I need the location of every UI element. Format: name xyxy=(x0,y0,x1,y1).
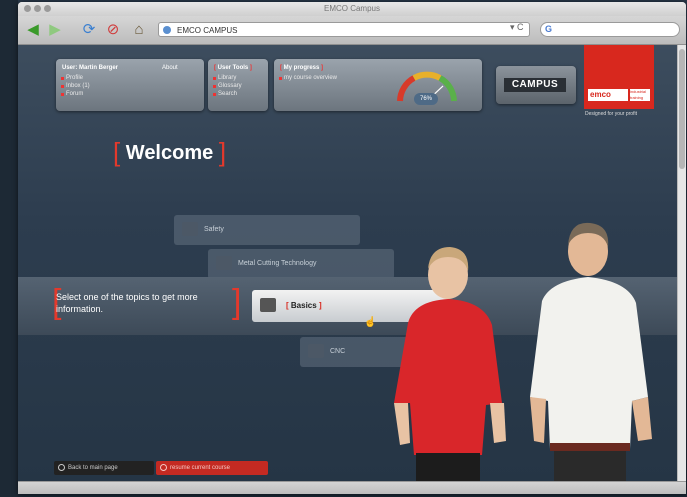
inbox-link[interactable]: Inbox (1) xyxy=(61,83,90,89)
minimize-window-button[interactable] xyxy=(34,5,41,12)
search-bar[interactable]: G xyxy=(540,22,680,37)
window-titlebar: EMCO Campus xyxy=(18,2,686,16)
close-window-button[interactable] xyxy=(24,5,31,12)
left-bracket: [ xyxy=(113,137,121,167)
address-bar[interactable]: EMCO CAMPUS xyxy=(158,22,530,37)
user-tools-panel: [ User Tools ] Library Glossary Search xyxy=(208,59,268,111)
window-controls xyxy=(24,5,51,12)
back-to-main-button[interactable]: Back to main page xyxy=(54,461,154,475)
zoom-window-button[interactable] xyxy=(44,5,51,12)
resume-course-button[interactable]: resume current course xyxy=(156,461,268,475)
home-icon[interactable]: ⌂ xyxy=(130,21,148,39)
reload-icon[interactable]: ⟳ xyxy=(80,21,98,39)
back-label: Back to main page xyxy=(68,465,118,471)
favicon-icon xyxy=(163,26,171,34)
search-link[interactable]: Search xyxy=(212,91,237,97)
user-panel: User: Martin Berger About Profile Inbox … xyxy=(56,59,204,111)
forum-link[interactable]: Forum xyxy=(60,91,83,97)
topic-thumbnail-icon xyxy=(216,256,232,270)
resume-label: resume current course xyxy=(170,465,231,471)
search-engine-icon: G xyxy=(545,24,553,34)
topic-thumbnail-icon xyxy=(308,344,324,358)
back-arrow-icon[interactable]: ◀ xyxy=(24,21,42,39)
topic-label: Safety xyxy=(204,226,224,233)
address-dropdown-reload[interactable]: ▾ C xyxy=(510,22,524,33)
campus-home-button[interactable]: CAMPUS xyxy=(496,66,576,104)
resume-icon xyxy=(160,464,167,471)
campus-label: CAMPUS xyxy=(504,78,566,92)
right-bracket: ] xyxy=(218,137,227,167)
logo-tagline: Designed for your profit xyxy=(585,111,637,117)
instruction-text: Select one of the topics to get more inf… xyxy=(56,292,198,314)
browser-toolbar: ◀ ▶ ⟳ ⊘ ⌂ EMCO CAMPUS ▾ C G xyxy=(18,16,686,45)
topic-thumbnail-icon xyxy=(260,298,276,312)
course-overview-link[interactable]: my course overview xyxy=(278,75,337,81)
browser-statusbar xyxy=(18,481,686,494)
glossary-link[interactable]: Glossary xyxy=(213,83,242,89)
logo-subtext: industrial training xyxy=(630,89,650,101)
stop-icon[interactable]: ⊘ xyxy=(104,21,122,39)
desktop-left-edge xyxy=(0,0,18,497)
user-label: User: Martin Berger xyxy=(62,65,119,71)
emco-logo: emco industrial training xyxy=(584,45,654,109)
progress-value: 76% xyxy=(414,93,438,105)
scrollbar-thumb[interactable] xyxy=(679,49,685,169)
campus-page: User: Martin Berger About Profile Inbox … xyxy=(18,45,678,482)
topic-metal-cutting[interactable]: Metal Cutting Technology xyxy=(208,249,394,279)
address-text: EMCO CAMPUS xyxy=(177,26,238,35)
topic-label: Metal Cutting Technology xyxy=(238,260,317,267)
topic-label: CNC xyxy=(330,348,346,355)
library-link[interactable]: Library xyxy=(212,75,236,81)
back-icon xyxy=(58,464,65,471)
logo-wordmark: emco xyxy=(588,89,628,101)
welcome-text: Welcome xyxy=(125,142,214,164)
browser-window: EMCO Campus ◀ ▶ ⟳ ⊘ ⌂ EMCO CAMPUS ▾ C G … xyxy=(18,2,686,494)
topic-safety[interactable]: Safety xyxy=(174,215,360,245)
topic-label: [ Basics ] xyxy=(286,301,322,310)
window-title: EMCO Campus xyxy=(323,4,380,13)
progress-title: [ My progress ] xyxy=(280,65,324,71)
mouse-pointer-icon: ☝ xyxy=(364,317,377,328)
instruction-right-bracket: ] xyxy=(232,283,242,321)
topic-thumbnail-icon xyxy=(182,222,198,236)
page-title: [ Welcome ] xyxy=(113,135,227,167)
user-tools-title: [ User Tools ] xyxy=(214,65,252,71)
woman-trainer-image xyxy=(394,247,506,482)
man-trainer-image xyxy=(530,222,652,482)
forward-arrow-icon[interactable]: ▶ xyxy=(46,21,64,39)
about-link[interactable]: About xyxy=(162,65,178,71)
profile-link[interactable]: Profile xyxy=(60,75,83,81)
progress-panel: [ My progress ] my course overview 76% xyxy=(274,59,482,111)
page-scrollbar[interactable] xyxy=(677,45,686,482)
